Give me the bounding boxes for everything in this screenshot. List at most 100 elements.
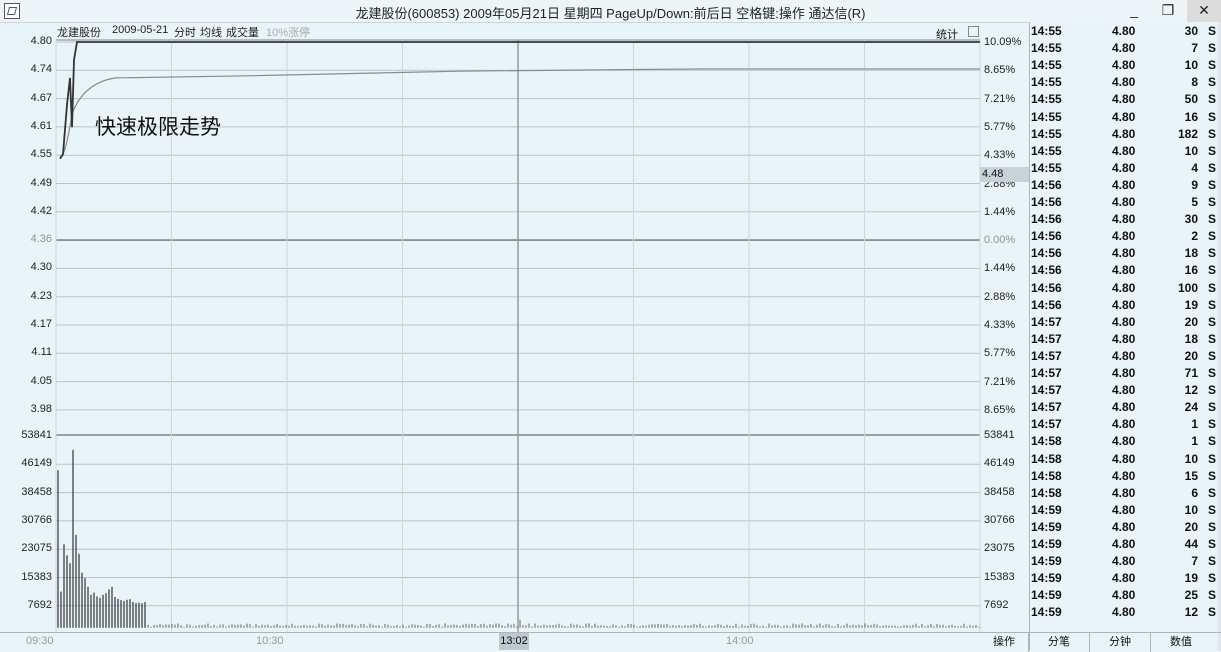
price-axis-label: 4.11: [31, 346, 52, 359]
trade-price: 4.80: [1112, 229, 1136, 244]
trade-row: 14:58 4.80 10 S: [1030, 451, 1220, 468]
tab-ticks[interactable]: 分笔: [1029, 633, 1090, 652]
trade-side: S: [1208, 502, 1217, 517]
price-axis-label: 4.42: [30, 204, 52, 217]
tab-values[interactable]: 数值: [1151, 633, 1211, 652]
trade-row: 14:58 4.80 1 S: [1030, 433, 1220, 450]
trade-row: 14:56 4.80 30 S: [1030, 211, 1220, 228]
trade-price: 4.80: [1112, 485, 1136, 500]
tab-operation[interactable]: 操作: [980, 633, 1029, 652]
percent-axis-label: 7.21%: [984, 92, 1016, 105]
price-chart[interactable]: [0, 0, 1030, 651]
trade-price: 4.80: [1112, 417, 1136, 432]
minimize-button[interactable]: _: [1117, 0, 1151, 22]
trade-volume: 19: [1184, 571, 1198, 586]
trade-volume: 10: [1184, 451, 1198, 466]
trade-time: 14:55: [1031, 92, 1062, 107]
trade-side: S: [1208, 519, 1217, 534]
price-axis-label: 4.23: [30, 289, 52, 302]
percent-axis-label: 4.33%: [984, 149, 1016, 162]
trade-volume: 12: [1184, 605, 1198, 620]
trade-row: 14:55 4.80 16 S: [1030, 109, 1220, 126]
trade-price: 4.80: [1112, 605, 1136, 620]
trade-volume: 7: [1191, 554, 1198, 569]
trade-price: 4.80: [1112, 519, 1136, 534]
trade-row: 14:56 4.80 9 S: [1030, 177, 1220, 194]
trade-price: 4.80: [1112, 143, 1136, 158]
price-axis-label: 4.17: [30, 318, 52, 330]
trade-side: S: [1208, 41, 1217, 56]
trade-time: 14:58: [1031, 485, 1062, 500]
trade-volume: 20: [1184, 519, 1198, 534]
maximize-button[interactable]: ❐: [1151, 0, 1185, 22]
trade-time: 14:58: [1031, 451, 1062, 466]
trade-time: 14:55: [1031, 41, 1062, 56]
trade-price: 4.80: [1112, 366, 1136, 380]
trade-price: 4.80: [1112, 537, 1136, 551]
trade-side: S: [1208, 314, 1217, 329]
volume-axis-label: 23075: [21, 542, 52, 555]
price-axis-label: 4.30: [30, 261, 52, 274]
trade-price: 4.80: [1112, 451, 1136, 466]
trade-side: S: [1208, 297, 1217, 312]
trade-side: S: [1208, 229, 1217, 244]
trade-volume: 20: [1184, 348, 1198, 363]
price-axis-label: 4.55: [30, 148, 52, 161]
percent-axis-label: 5.77%: [984, 120, 1016, 133]
trade-side: S: [1208, 24, 1217, 38]
trade-time: 14:55: [1031, 58, 1062, 73]
trade-side: S: [1208, 348, 1217, 363]
trade-row: 14:55 4.80 182 S: [1030, 126, 1220, 143]
trade-time: 14:57: [1031, 314, 1062, 329]
trade-row: 14:59 4.80 10 S: [1030, 502, 1220, 519]
trade-time: 14:56: [1031, 263, 1062, 278]
close-button[interactable]: ✕: [1187, 0, 1221, 22]
trade-time: 14:56: [1031, 297, 1062, 312]
percent-axis-label: 4.33%: [984, 319, 1016, 331]
percent-axis-label: 8.65%: [984, 64, 1016, 77]
trade-volume: 7: [1191, 41, 1198, 56]
trade-time: 14:58: [1031, 468, 1062, 483]
trade-price: 4.80: [1112, 588, 1136, 603]
trade-volume: 4: [1191, 160, 1198, 175]
trade-price: 4.80: [1112, 109, 1136, 124]
trade-time: 14:56: [1031, 177, 1062, 192]
tab-minute[interactable]: 分钟: [1090, 633, 1151, 652]
trade-volume: 19: [1184, 297, 1198, 312]
trade-price: 4.80: [1112, 400, 1136, 415]
trade-volume: 6: [1191, 485, 1198, 500]
time-label: 09:30: [26, 635, 54, 647]
trade-volume: 8: [1191, 75, 1198, 90]
price-axis-label: 4.74: [30, 63, 52, 76]
price-axis-label: 4.67: [30, 91, 52, 104]
trade-volume: 30: [1184, 24, 1198, 38]
trade-side: S: [1208, 109, 1217, 124]
trade-side: S: [1208, 451, 1217, 466]
trade-time: 14:56: [1031, 280, 1062, 295]
trade-time: 14:55: [1031, 160, 1062, 175]
trade-price: 4.80: [1112, 41, 1136, 56]
volume-axis-label: 15383: [21, 570, 52, 583]
trade-price: 4.80: [1112, 331, 1136, 346]
panel-tabs: 操作 分笔 分钟 数值: [980, 632, 1221, 652]
time-label: 14:00: [726, 635, 754, 647]
trade-price: 4.80: [1112, 126, 1136, 141]
trade-time: 14:57: [1031, 383, 1062, 398]
trade-volume: 50: [1184, 92, 1198, 107]
trade-row: 14:55 4.80 50 S: [1030, 91, 1220, 108]
volume-axis-label: 30766: [984, 513, 1015, 526]
time-axis: 09:30 10:30 13:02 14:00: [0, 632, 980, 652]
trade-side: S: [1208, 246, 1217, 261]
trade-row: 14:57 4.80 20 S: [1030, 314, 1220, 331]
volume-axis-label: 7692: [984, 598, 1009, 611]
trade-side: S: [1208, 75, 1217, 90]
trade-volume: 25: [1184, 588, 1198, 603]
trade-volume: 2: [1191, 229, 1198, 244]
trade-volume: 182: [1177, 126, 1198, 141]
volume-axis-label: 7692: [27, 598, 52, 611]
trade-price: 4.80: [1112, 434, 1136, 449]
trade-tick-list[interactable]: 14:55 4.80 30 S 14:55 4.80 7 S 14:55 4.80 10 S 14:55…: [1029, 22, 1221, 651]
trade-volume: 18: [1184, 331, 1198, 346]
trade-price: 4.80: [1112, 75, 1136, 90]
trade-row: 14:55 4.80 7 S: [1030, 40, 1220, 57]
